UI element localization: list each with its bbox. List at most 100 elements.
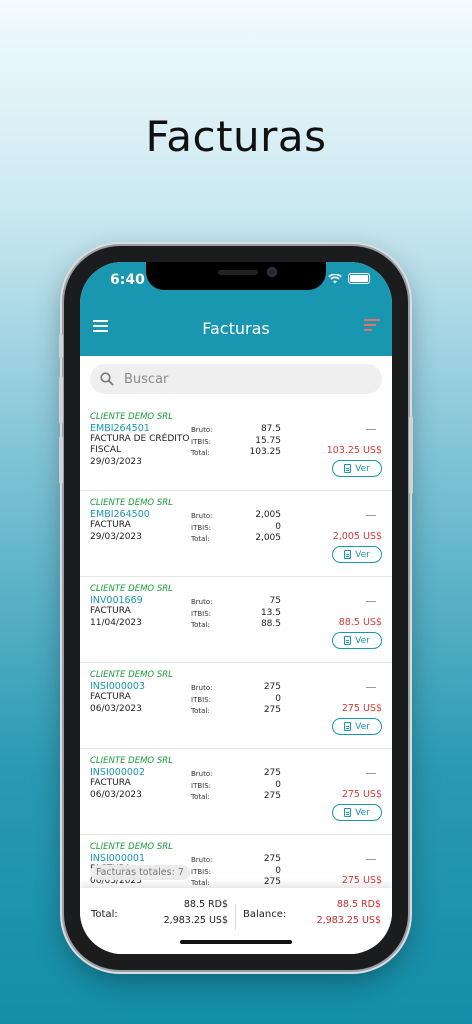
invoice-card[interactable]: CLIENTE DEMO SRL INSI000002 FACTURA 06/0… bbox=[80, 749, 392, 835]
menu-icon[interactable] bbox=[93, 320, 108, 332]
itbis-label: ITBIS: bbox=[191, 438, 212, 446]
itbis-label: ITBIS: bbox=[191, 610, 212, 618]
app-screen: 6:40 Facturas Buscar CLIENTE DEMO SRL EM… bbox=[80, 262, 392, 954]
view-button-label: Ver bbox=[355, 807, 370, 818]
wifi-icon bbox=[328, 273, 342, 283]
bruto-label: Bruto: bbox=[191, 512, 213, 520]
invoice-card[interactable]: CLIENTE DEMO SRL INSI000003 FACTURA 06/0… bbox=[80, 663, 392, 749]
invoice-card[interactable]: CLIENTE DEMO SRL EMBI264500 FACTURA 29/0… bbox=[80, 491, 392, 577]
total-value: 103.25 bbox=[249, 447, 282, 457]
search-bar[interactable] bbox=[90, 364, 382, 394]
dash-divider bbox=[366, 429, 376, 430]
bruto-value: 275 bbox=[263, 768, 281, 778]
view-button[interactable]: Ver bbox=[332, 460, 382, 477]
view-button-label: Ver bbox=[355, 721, 370, 732]
search-icon bbox=[100, 372, 114, 386]
invoice-code: EMBI264500 bbox=[90, 509, 150, 520]
client-name: CLIENTE DEMO SRL bbox=[90, 584, 173, 594]
invoice-type: FACTURA bbox=[90, 778, 131, 788]
client-name: CLIENTE DEMO SRL bbox=[90, 412, 173, 422]
invoice-code: INSI000002 bbox=[90, 767, 146, 778]
invoice-amount: 103.25 US$ bbox=[326, 445, 382, 456]
client-name: CLIENTE DEMO SRL bbox=[90, 498, 173, 508]
page-title: Facturas bbox=[145, 112, 327, 161]
bruto-label: Bruto: bbox=[191, 770, 213, 778]
total-label: Total: bbox=[191, 879, 210, 887]
view-button-label: Ver bbox=[355, 635, 370, 646]
filter-icon[interactable] bbox=[364, 319, 380, 333]
bruto-label: Bruto: bbox=[191, 684, 213, 692]
client-name: CLIENTE DEMO SRL bbox=[90, 842, 173, 852]
total-value: 2,005 bbox=[255, 533, 281, 543]
invoice-list: CLIENTE DEMO SRL EMBI264501 FACTURA DE C… bbox=[80, 405, 392, 921]
bruto-value: 2,005 bbox=[255, 510, 281, 520]
bruto-label: Bruto: bbox=[191, 856, 213, 864]
footer-total-label: Total: bbox=[91, 909, 118, 920]
itbis-value: 0 bbox=[275, 780, 281, 790]
total-value: 275 bbox=[263, 791, 281, 801]
invoice-amount: 275 US$ bbox=[341, 789, 382, 800]
view-button[interactable]: Ver bbox=[332, 804, 382, 821]
client-name: CLIENTE DEMO SRL bbox=[90, 670, 173, 680]
invoice-type: FACTURA bbox=[90, 606, 131, 616]
dash-divider bbox=[366, 687, 376, 688]
invoice-code: EMBI264501 bbox=[90, 423, 150, 434]
mute-switch bbox=[59, 334, 63, 358]
dash-divider bbox=[366, 601, 376, 602]
invoice-code: INSI000001 bbox=[90, 853, 146, 864]
phone-frame: 6:40 Facturas Buscar CLIENTE DEMO SRL EM… bbox=[59, 246, 413, 970]
invoice-date: 06/03/2023 bbox=[90, 704, 142, 714]
dash-divider bbox=[366, 773, 376, 774]
footer-balance-rd: 88.5 RD$ bbox=[336, 899, 381, 910]
power-button bbox=[409, 416, 413, 494]
bruto-value: 87.5 bbox=[260, 424, 281, 434]
invoice-card[interactable]: CLIENTE DEMO SRL INV001669 FACTURA 11/04… bbox=[80, 577, 392, 663]
itbis-value: 13.5 bbox=[260, 608, 281, 618]
invoice-type: FACTURA DE CRÉDITO FISCAL bbox=[90, 434, 190, 455]
client-name: CLIENTE DEMO SRL bbox=[90, 756, 173, 766]
itbis-label: ITBIS: bbox=[191, 868, 212, 876]
bruto-label: Bruto: bbox=[191, 598, 213, 606]
invoice-amount: 2,005 US$ bbox=[332, 531, 382, 542]
speaker bbox=[218, 270, 258, 275]
invoice-date: 06/03/2023 bbox=[90, 790, 142, 800]
dash-divider bbox=[366, 515, 376, 516]
total-label: Total: bbox=[191, 707, 210, 715]
footer-balance-label: Balance: bbox=[243, 909, 287, 920]
bruto-label: Bruto: bbox=[191, 426, 213, 434]
app-header: Facturas bbox=[80, 300, 392, 356]
total-label: Total: bbox=[191, 535, 210, 543]
itbis-label: ITBIS: bbox=[191, 524, 212, 532]
status-bar: 6:40 bbox=[80, 262, 392, 300]
totals-footer: Total: 88.5 RD$ 2,983.25 US$ Balance: 88… bbox=[80, 888, 392, 954]
invoice-count-badge: Facturas totales: 7 bbox=[90, 865, 190, 880]
home-indicator[interactable] bbox=[180, 940, 292, 944]
invoice-date: 11/04/2023 bbox=[90, 618, 142, 628]
invoice-code: INSI000003 bbox=[90, 681, 146, 692]
itbis-value: 15.75 bbox=[255, 436, 281, 446]
dash-divider bbox=[366, 859, 376, 860]
document-icon bbox=[344, 550, 352, 559]
volume-up-button bbox=[59, 376, 63, 424]
view-button[interactable]: Ver bbox=[332, 546, 382, 563]
volume-down-button bbox=[59, 436, 63, 484]
invoice-amount: 88.5 US$ bbox=[338, 617, 382, 628]
status-time: 6:40 bbox=[110, 272, 145, 288]
total-value: 275 bbox=[263, 705, 281, 715]
view-button[interactable]: Ver bbox=[332, 718, 382, 735]
itbis-value: 0 bbox=[275, 694, 281, 704]
footer-total-rd: 88.5 RD$ bbox=[183, 899, 228, 910]
view-button[interactable]: Ver bbox=[332, 632, 382, 649]
invoice-type: FACTURA bbox=[90, 520, 131, 530]
invoice-date: 29/03/2023 bbox=[90, 457, 142, 467]
search-input[interactable] bbox=[124, 371, 324, 387]
document-icon bbox=[344, 808, 352, 817]
status-icons bbox=[328, 273, 370, 284]
itbis-label: ITBIS: bbox=[191, 696, 212, 704]
invoice-card[interactable]: CLIENTE DEMO SRL EMBI264501 FACTURA DE C… bbox=[80, 405, 392, 491]
total-label: Total: bbox=[191, 793, 210, 801]
itbis-label: ITBIS: bbox=[191, 782, 212, 790]
footer-balance-us: 2,983.25 US$ bbox=[316, 915, 381, 926]
total-label: Total: bbox=[191, 449, 210, 457]
header-title: Facturas bbox=[202, 318, 270, 338]
